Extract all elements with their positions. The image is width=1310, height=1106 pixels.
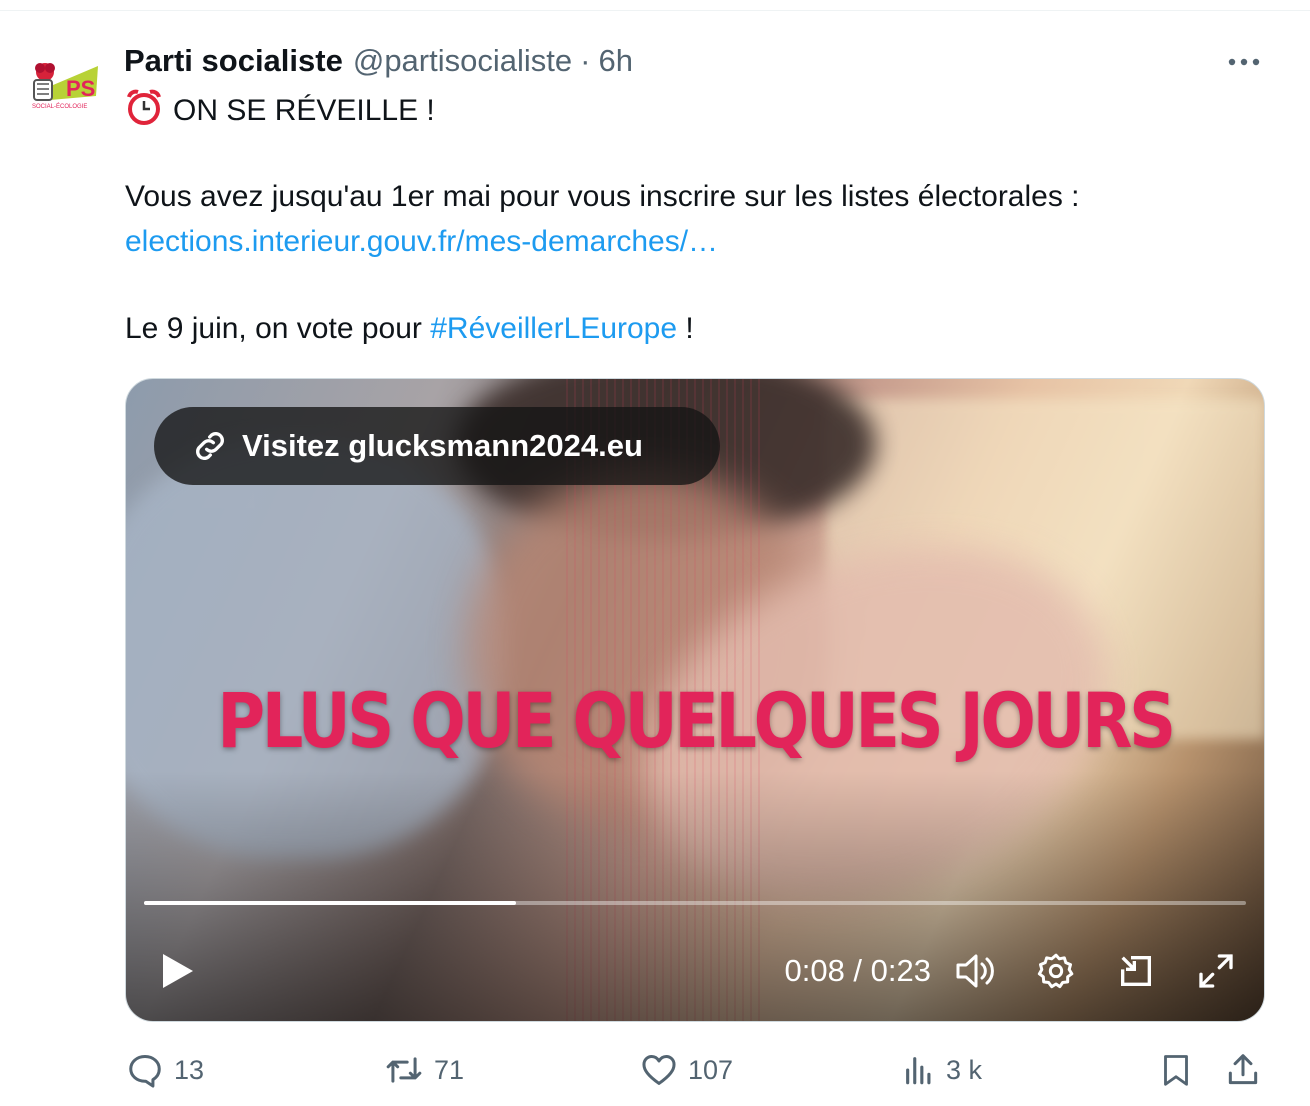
more-dots-icon [1228,58,1260,66]
like-count: 107 [688,1054,734,1085]
video-overlay-title: PLUS QUE QUELQUES JOURS [217,676,1176,765]
elections-link[interactable]: elections.interieur.gouv.fr/mes-demarche… [125,221,718,263]
tweet-time[interactable]: 6h [598,43,632,79]
tweet-line-1: ON SE RÉVEILLE ! [125,88,435,138]
pop-out-button[interactable] [1112,947,1160,995]
share-icon [1228,1054,1258,1085]
video-player[interactable]: Visitez glucksmann2024.eu PLUS QUE QUELQ… [125,378,1265,1022]
play-icon [163,954,193,988]
bookmark-icon [1164,1055,1188,1086]
video-progress-fill [144,901,517,905]
top-divider [0,10,1310,11]
settings-button[interactable] [1032,947,1080,995]
line-4-suffix: ! [685,312,694,345]
tweet-header: Parti socialiste @partisocialiste · 6h [124,40,633,82]
tweet-line-4: Le 9 juin, on vote pour #RéveillerLEurop… [125,308,694,350]
video-bottom-gradient [126,771,1264,1021]
link-icon [196,432,224,460]
visit-website-text: Visitez glucksmann2024.eu [242,428,643,463]
heart-icon [642,1055,676,1085]
like-button[interactable]: 107 [640,1046,733,1094]
repost-icon [386,1057,422,1083]
tweet-line-2: Vous avez jusqu'au 1er mai pour vous ins… [125,180,1080,213]
views-count: 3 k [946,1054,983,1085]
repost-button[interactable]: 71 [384,1046,464,1094]
pop-out-icon [1121,956,1151,986]
volume-button[interactable] [952,947,1000,995]
hashtag-link[interactable]: #RéveillerLEurope [430,312,677,345]
bookmark-button[interactable] [1158,1046,1204,1094]
views-button[interactable]: 3 k [902,1046,982,1094]
logo-caption: SOCIAL-ÉCOLOGIE [32,103,87,110]
settings-icon [1037,953,1074,989]
visit-website-pill[interactable]: Visitez glucksmann2024.eu [154,407,720,485]
author-avatar[interactable]: PS SOCIAL-ÉCOLOGIE [24,44,104,124]
reply-button[interactable]: 13 [126,1046,204,1094]
video-timecode: 0:08 / 0:23 [784,953,931,988]
svg-text:PS: PS [66,76,95,101]
author-name[interactable]: Parti socialiste [124,43,343,79]
author-handle[interactable]: @partisocialiste [353,43,572,79]
play-button[interactable] [154,947,202,995]
fullscreen-icon [1199,954,1233,988]
line-4-prefix: Le 9 juin, on vote pour [125,312,422,345]
views-icon [906,1057,931,1085]
reply-icon [129,1055,161,1088]
line-1-text: ON SE RÉVEILLE ! [173,94,435,127]
share-button[interactable] [1224,1046,1272,1094]
alarm-clock-icon [125,88,163,138]
more-options-button[interactable] [1222,44,1266,80]
separator-dot: · [580,43,591,78]
fullscreen-button[interactable] [1192,947,1240,995]
reply-count: 13 [174,1054,205,1085]
volume-icon [956,954,994,988]
ps-logo: PS SOCIAL-ÉCOLOGIE [32,63,98,110]
video-progress-bar[interactable] [144,901,1246,905]
repost-count: 71 [434,1054,465,1085]
